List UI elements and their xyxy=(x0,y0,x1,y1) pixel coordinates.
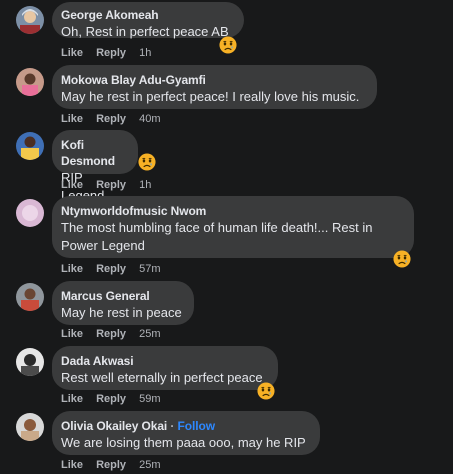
like-button[interactable]: Like xyxy=(61,459,83,471)
comment-author[interactable]: Ntymworldofmusic Nwom xyxy=(61,203,402,219)
comment-bubble: Olivia Okailey Okai · Follow We are losi… xyxy=(52,411,320,455)
avatar[interactable] xyxy=(16,283,44,311)
avatar[interactable] xyxy=(16,6,44,34)
comment-author[interactable]: Kofi Desmond xyxy=(61,137,126,169)
comment-bubble: Ntymworldofmusic Nwom The most humbling … xyxy=(52,196,414,258)
avatar[interactable] xyxy=(16,413,44,441)
like-button[interactable]: Like xyxy=(61,179,83,191)
separator-dot: · xyxy=(167,419,178,433)
comment-actions: Like Reply 59m xyxy=(61,392,161,406)
comment-bubble: Kofi Desmond RIP Legend xyxy=(52,130,138,203)
comment-bubble: Marcus General May he rest in peace xyxy=(52,281,194,325)
comment-text-line-2: Power Legend xyxy=(61,238,145,253)
avatar[interactable] xyxy=(16,68,44,96)
avatar[interactable] xyxy=(16,132,44,160)
comment-time[interactable]: 1h xyxy=(139,179,151,191)
comment-actions: Like Reply 1h xyxy=(61,46,151,60)
follow-button[interactable]: Follow xyxy=(178,419,216,433)
avatar[interactable] xyxy=(16,348,44,376)
reply-button[interactable]: Reply xyxy=(96,263,126,275)
comment-text: May he rest in peace xyxy=(61,305,182,320)
comment-text: Rest well eternally in perfect peace xyxy=(61,370,263,385)
sad-reaction-icon[interactable] xyxy=(219,36,237,54)
comment-text: May he rest in perfect peace! I really l… xyxy=(61,89,360,104)
comment-time[interactable]: 59m xyxy=(139,393,160,405)
comment-time[interactable]: 40m xyxy=(139,113,160,125)
comment-author[interactable]: Dada Akwasi xyxy=(61,353,266,369)
avatar[interactable] xyxy=(16,199,44,227)
comment-author[interactable]: Mokowa Blay Adu-Gyamfi xyxy=(61,72,365,88)
like-button[interactable]: Like xyxy=(61,393,83,405)
like-button[interactable]: Like xyxy=(61,328,83,340)
comment-time[interactable]: 1h xyxy=(139,47,151,59)
comments-feed: George Akomeah Oh, Rest in perfect peace… xyxy=(0,0,453,474)
comment-bubble: Mokowa Blay Adu-Gyamfi May he rest in pe… xyxy=(52,65,377,109)
comment-time[interactable]: 25m xyxy=(139,459,160,471)
comment-actions: Like Reply 57m xyxy=(61,262,161,276)
reply-button[interactable]: Reply xyxy=(96,328,126,340)
sad-reaction-icon[interactable] xyxy=(257,382,275,400)
comment-time[interactable]: 25m xyxy=(139,328,160,340)
sad-reaction-icon[interactable] xyxy=(138,153,156,171)
sad-reaction-icon[interactable] xyxy=(393,250,411,268)
like-button[interactable]: Like xyxy=(61,47,83,59)
comment-bubble: George Akomeah Oh, Rest in perfect peace… xyxy=(52,2,244,39)
reply-button[interactable]: Reply xyxy=(96,113,126,125)
reply-button[interactable]: Reply xyxy=(96,459,126,471)
reply-button[interactable]: Reply xyxy=(96,47,126,59)
comment-actions: Like Reply 25m xyxy=(61,327,161,341)
comment-actions: Like Reply 25m xyxy=(61,458,161,472)
comment-actions: Like Reply 40m xyxy=(61,112,161,126)
comment-time[interactable]: 57m xyxy=(139,263,160,275)
comment-bubble: Dada Akwasi Rest well eternally in perfe… xyxy=(52,346,278,390)
comment-author[interactable]: Marcus General xyxy=(61,288,182,304)
comment-actions: Like Reply 1h xyxy=(61,178,151,192)
like-button[interactable]: Like xyxy=(61,113,83,125)
comment-author: Olivia Okailey Okai · Follow xyxy=(61,418,308,434)
comment-author-name[interactable]: Olivia Okailey Okai xyxy=(61,419,167,433)
reply-button[interactable]: Reply xyxy=(96,179,126,191)
like-button[interactable]: Like xyxy=(61,263,83,275)
reply-button[interactable]: Reply xyxy=(96,393,126,405)
comment-text: Oh, Rest in perfect peace AB xyxy=(61,24,229,39)
comment-author[interactable]: George Akomeah xyxy=(61,7,232,23)
comment-text: We are losing them paaa ooo, may he RIP xyxy=(61,435,306,450)
comment-text-line-1: The most humbling face of human life dea… xyxy=(61,220,373,235)
